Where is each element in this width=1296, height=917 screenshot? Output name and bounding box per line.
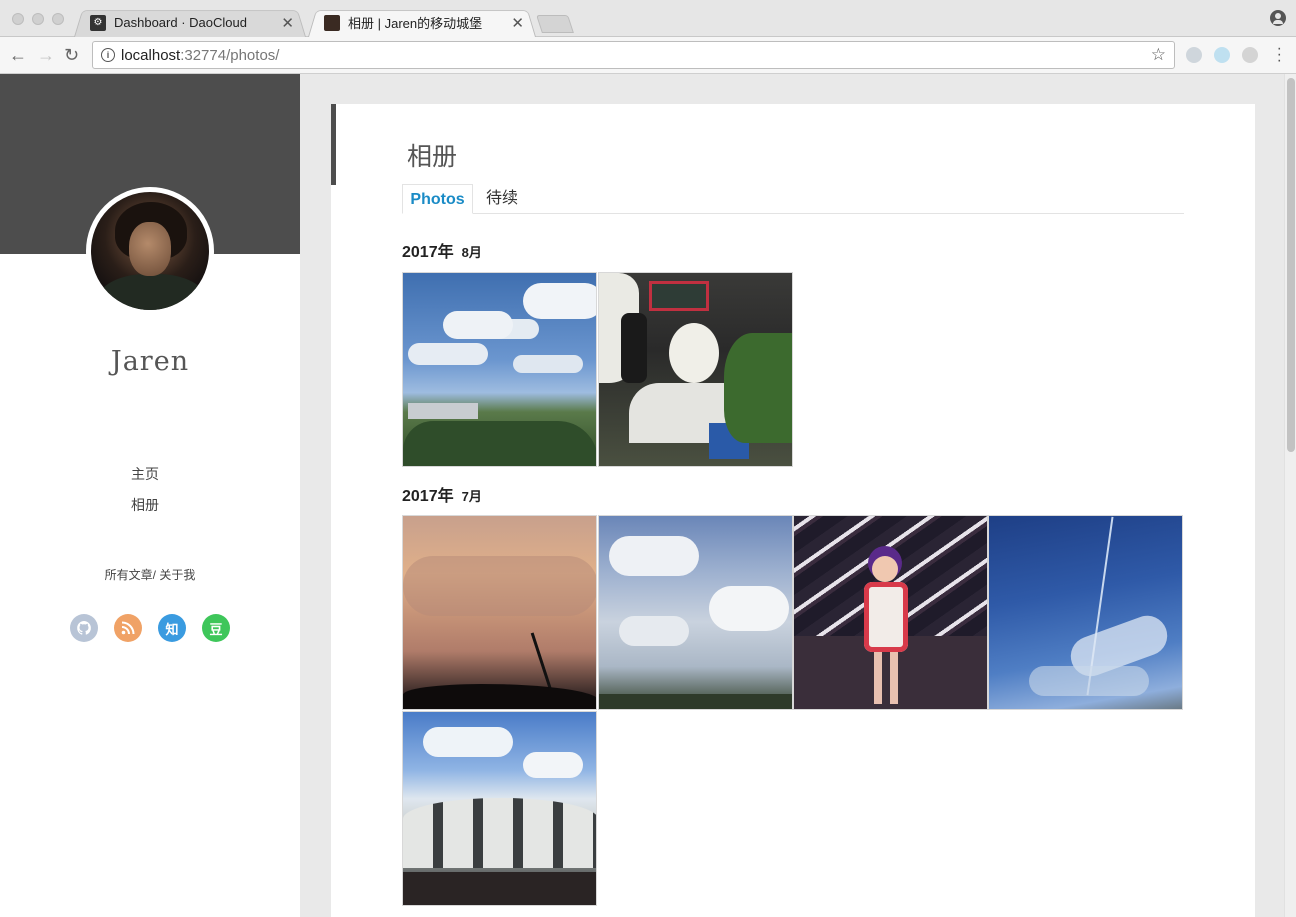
extension-umbrella-icon[interactable] bbox=[1242, 47, 1258, 63]
tab-title: Dashboard · DaoCloud bbox=[114, 15, 247, 30]
nav-album-link[interactable]: 相册 bbox=[131, 495, 159, 526]
browser-menu-icon[interactable]: · · · bbox=[1277, 41, 1282, 69]
zoom-window-button[interactable] bbox=[52, 13, 64, 25]
tab-daocloud[interactable]: ⚙ Dashboard · DaoCloud ✕ bbox=[74, 8, 306, 38]
bookmark-star-icon[interactable]: ☆ bbox=[1151, 45, 1166, 65]
extension-bird-icon[interactable] bbox=[1186, 47, 1202, 63]
tab-title: 相册 | Jaren的移动城堡 bbox=[348, 16, 483, 31]
title-accent-bar bbox=[331, 104, 336, 185]
avatar[interactable] bbox=[86, 187, 214, 315]
github-icon[interactable] bbox=[70, 614, 98, 642]
photo-thumbnail[interactable] bbox=[402, 515, 597, 710]
forward-icon[interactable]: → bbox=[37, 45, 55, 65]
album-tabs: Photos 待续 bbox=[402, 184, 1184, 214]
douban-icon[interactable]: 豆 bbox=[202, 614, 230, 642]
site-info-icon[interactable]: i bbox=[101, 48, 115, 62]
photo-thumbnail[interactable] bbox=[598, 272, 793, 467]
close-window-button[interactable] bbox=[12, 13, 24, 25]
back-icon[interactable]: ← bbox=[9, 45, 27, 65]
author-name[interactable]: Jaren bbox=[0, 346, 300, 377]
month-heading: 2017年 7月 bbox=[402, 488, 482, 505]
tab-tbc[interactable]: 待续 bbox=[486, 184, 518, 214]
browser-toolbar: ← → ↻ i localhost:32774/photos/ ☆ · · · bbox=[0, 37, 1296, 74]
zhihu-icon[interactable]: 知 bbox=[158, 614, 186, 642]
sidebar-links[interactable]: 所有文章/ 关于我 bbox=[0, 566, 300, 583]
url-text: localhost:32774/photos/ bbox=[121, 46, 280, 64]
daocloud-favicon-icon: ⚙ bbox=[90, 14, 106, 31]
tab-photos-album[interactable]: Photos bbox=[402, 184, 473, 214]
page-scrollbar[interactable] bbox=[1284, 74, 1296, 917]
sidebar: Jaren 主页 相册 所有文章/ 关于我 知 豆 bbox=[0, 74, 300, 917]
rss-icon[interactable] bbox=[114, 614, 142, 642]
browser-titlebar: ⚙ Dashboard · DaoCloud ✕ 相册 | Jaren的移动城堡… bbox=[0, 0, 1296, 38]
close-tab-icon[interactable]: ✕ bbox=[511, 14, 524, 32]
tab-photos[interactable]: 相册 | Jaren的移动城堡 ✕ bbox=[308, 8, 536, 38]
photo-thumbnail[interactable] bbox=[402, 272, 597, 467]
photo-thumbnail[interactable] bbox=[402, 711, 597, 906]
minimize-window-button[interactable] bbox=[32, 13, 44, 25]
extension-cloud-icon[interactable] bbox=[1214, 47, 1230, 63]
month-heading: 2017年 8月 bbox=[402, 244, 482, 261]
scrollbar-thumb[interactable] bbox=[1287, 78, 1295, 452]
profile-icon[interactable] bbox=[1270, 10, 1286, 26]
address-bar[interactable]: i localhost:32774/photos/ ☆ bbox=[92, 41, 1175, 69]
new-tab-button[interactable] bbox=[536, 15, 574, 33]
sidebar-nav: 主页 相册 bbox=[131, 464, 159, 526]
photo-thumbnail[interactable] bbox=[988, 515, 1183, 710]
site-favicon-icon bbox=[324, 14, 340, 31]
nav-home-link[interactable]: 主页 bbox=[131, 464, 159, 495]
photo-thumbnail[interactable] bbox=[598, 515, 793, 710]
photo-thumbnail[interactable] bbox=[793, 515, 988, 710]
page-title: 相册 bbox=[407, 143, 458, 171]
close-tab-icon[interactable]: ✕ bbox=[281, 14, 294, 32]
reload-icon[interactable]: ↻ bbox=[64, 45, 79, 65]
